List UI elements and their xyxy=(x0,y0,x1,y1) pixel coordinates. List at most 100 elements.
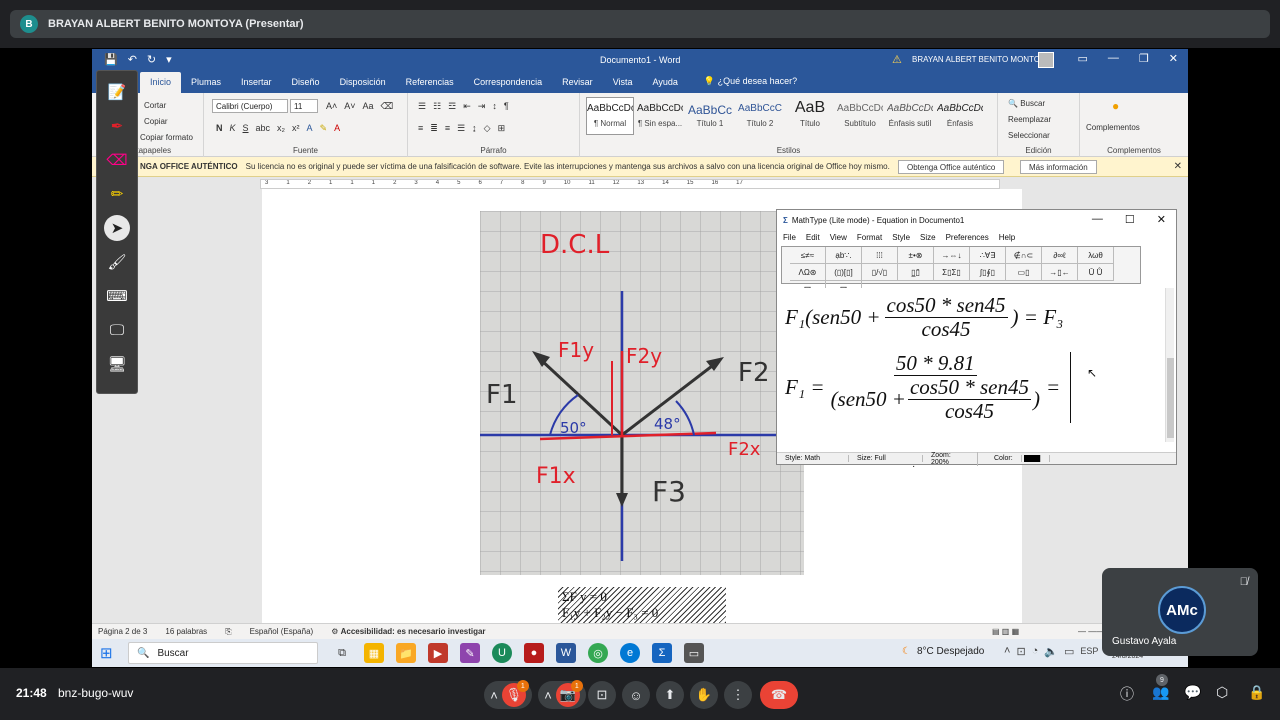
style-heading-2[interactable]: AaBbCcC Título 2 xyxy=(736,97,784,135)
palette-bars[interactable]: ▯̲▯̄ xyxy=(898,264,934,281)
windows-start-icon[interactable]: ⊞ xyxy=(100,644,113,662)
palette-embellishments[interactable]: ⁞⁞⁞ xyxy=(862,247,898,264)
bullets-icon[interactable]: ☰ xyxy=(418,101,426,112)
font-size-box[interactable]: 11 xyxy=(290,99,318,113)
view-buttons[interactable]: ▤ ▥ ▦ xyxy=(992,627,1019,636)
close-icon[interactable]: ✕ xyxy=(1174,161,1182,172)
palette-relations[interactable]: ≤≠≈ xyxy=(790,247,826,264)
select-button[interactable]: Seleccionar xyxy=(1008,131,1050,140)
style-title[interactable]: AaB Título xyxy=(786,97,834,135)
line-spacing-icon[interactable]: ↨ xyxy=(472,123,477,134)
whiteboard-app-icon[interactable]: ▭ xyxy=(684,643,704,663)
menu-preferences[interactable]: Preferences xyxy=(946,233,989,242)
menu-format[interactable]: Format xyxy=(857,233,882,242)
tab-vista[interactable]: Vista xyxy=(603,72,643,93)
more-info-button[interactable]: Más información xyxy=(1020,160,1097,174)
undo-icon[interactable]: ↶ xyxy=(128,53,137,66)
highlight-icon[interactable]: ✎ xyxy=(320,123,328,134)
mic-off-button[interactable]: 🎙 1 xyxy=(501,680,529,707)
style-normal[interactable]: AaBbCcDc ¶ Normal xyxy=(586,97,634,135)
align-center-icon[interactable]: ≣ xyxy=(430,123,438,134)
align-left-icon[interactable]: ≡ xyxy=(418,123,423,134)
style-heading-1[interactable]: AaBbCc Título 1 xyxy=(686,97,734,135)
accessibility-status[interactable]: ⚙ Accesibilidad: es necesario investigar xyxy=(331,627,485,636)
highlighter-icon[interactable]: ✏ xyxy=(104,181,130,207)
camera-control[interactable]: ˄ 📷 1 xyxy=(538,680,586,709)
chrome-app-icon[interactable]: ◎ xyxy=(588,643,608,663)
proofing-icon[interactable]: ⎘ xyxy=(225,627,231,637)
emoji-button[interactable]: ☺ xyxy=(622,681,650,709)
camera-app-icon[interactable]: ● xyxy=(524,643,544,663)
pointer-icon[interactable]: ➤ xyxy=(104,215,130,241)
account-name[interactable]: BRAYAN ALBERT BENITO MONTOYA xyxy=(912,55,1050,64)
activities-icon[interactable]: ⬡ xyxy=(1216,684,1228,701)
italic-icon[interactable]: K xyxy=(230,123,236,134)
grow-font-icon[interactable]: A˄ xyxy=(326,101,337,112)
close-icon[interactable]: ✕ xyxy=(1157,213,1166,226)
brush-icon[interactable]: 🖌 xyxy=(104,249,130,275)
host-controls-icon[interactable]: 🔒 xyxy=(1248,684,1265,701)
keyboard-icon[interactable]: ⌨ xyxy=(104,283,130,309)
palette-greek-lower[interactable]: λωθ xyxy=(1078,247,1114,264)
leave-call-button[interactable]: ☎ xyxy=(760,681,798,709)
close-icon[interactable]: ✕ xyxy=(1169,52,1178,65)
equation-editing-area[interactable]: F₁(sen50 + cos50 * sen45 cos45 ) = F₃ F₁… xyxy=(779,288,1164,440)
numbering-icon[interactable]: ☷ xyxy=(433,101,441,112)
font-color-icon[interactable]: A xyxy=(334,123,340,134)
style-subtle-emphasis[interactable]: AaBbCcDc Énfasis sutil xyxy=(886,97,934,135)
customize-qat-icon[interactable]: ▾ xyxy=(166,53,172,66)
style-emphasis[interactable]: AaBbCcDc Énfasis xyxy=(936,97,984,135)
palette-fences[interactable]: (▯)[▯] xyxy=(826,264,862,281)
tray-app-icon[interactable]: ⊡ xyxy=(1016,645,1025,658)
redo-icon[interactable]: ↻ xyxy=(147,53,156,66)
tab-disposicion[interactable]: Disposición xyxy=(330,72,396,93)
style-no-spacing[interactable]: AaBbCcDc ¶ Sin espa... xyxy=(636,97,684,135)
palette-fractions[interactable]: ▯/√▯ xyxy=(862,264,898,281)
replace-button[interactable]: Reemplazar xyxy=(1008,115,1051,124)
present-button[interactable]: ⬆ xyxy=(656,681,684,709)
minimize-icon[interactable]: — xyxy=(1092,213,1103,226)
palette-operators[interactable]: ±•⊗ xyxy=(898,247,934,264)
weather-widget[interactable]: ☾ 8°C Despejado xyxy=(902,646,984,657)
tab-plumas[interactable]: Plumas xyxy=(181,72,231,93)
palette-misc[interactable]: ∂∞ℓ xyxy=(1042,247,1078,264)
menu-file[interactable]: File xyxy=(783,233,796,242)
decrease-indent-icon[interactable]: ⇤ xyxy=(463,101,471,112)
menu-help[interactable]: Help xyxy=(999,233,1015,242)
chat-icon[interactable]: 💬 xyxy=(1184,684,1201,701)
align-right-icon[interactable]: ≡ xyxy=(445,123,450,134)
color-swatch[interactable] xyxy=(1023,454,1041,462)
people-icon[interactable]: 👥 9 xyxy=(1152,674,1169,701)
raise-hand-button[interactable]: ✋ xyxy=(690,681,718,709)
tab-diseno[interactable]: Diseño xyxy=(282,72,330,93)
palette-integrals[interactable]: ∫▯∮▯ xyxy=(970,264,1006,281)
horizontal-ruler[interactable]: 3 1 2 1 1 1 2 3 4 5 6 7 8 9 10 11 12 13 14 15 16 17 xyxy=(260,179,1000,189)
clear-format-icon[interactable]: ⌫ xyxy=(381,101,394,112)
menu-style[interactable]: Style xyxy=(892,233,910,242)
wifi-icon[interactable]: ◔ xyxy=(1032,645,1039,658)
palette-greek-upper[interactable]: ΛΩ⊛ xyxy=(790,264,826,281)
upwork-app-icon[interactable]: U xyxy=(492,643,512,663)
taskbar-search[interactable]: 🔍 Buscar xyxy=(128,642,318,664)
palette-spaces[interactable]: ạb∵. xyxy=(826,247,862,264)
palette-sums[interactable]: Σ▯Σ▯ xyxy=(934,264,970,281)
media-app-icon[interactable]: ▶ xyxy=(428,643,448,663)
paint-app-icon[interactable]: ✎ xyxy=(460,643,480,663)
palette-sets[interactable]: ∉∩⊂ xyxy=(1006,247,1042,264)
monitor-icon[interactable]: 🖥 xyxy=(104,351,130,377)
camera-off-button[interactable]: 📷 1 xyxy=(555,680,583,707)
underline-icon[interactable]: S xyxy=(243,123,249,134)
shading-icon[interactable]: ◇ xyxy=(484,123,491,134)
borders-icon[interactable]: ⊞ xyxy=(498,123,506,134)
screen-capture-icon[interactable]: 🖵 xyxy=(104,317,130,343)
tab-referencias[interactable]: Referencias xyxy=(396,72,464,93)
word-app-icon[interactable]: W xyxy=(556,643,576,663)
calendar-app-icon[interactable]: ▦ xyxy=(364,643,384,663)
chevron-up-icon[interactable]: ˄ xyxy=(490,688,498,703)
maximize-icon[interactable]: ☐ xyxy=(1125,213,1135,226)
subscript-icon[interactable]: x₂ xyxy=(277,123,285,134)
volume-icon[interactable]: 🔈 xyxy=(1044,645,1058,658)
pilcrow-icon[interactable]: ¶ xyxy=(504,101,509,112)
tab-revisar[interactable]: Revisar xyxy=(552,72,603,93)
multilevel-icon[interactable]: ☲ xyxy=(448,101,456,112)
